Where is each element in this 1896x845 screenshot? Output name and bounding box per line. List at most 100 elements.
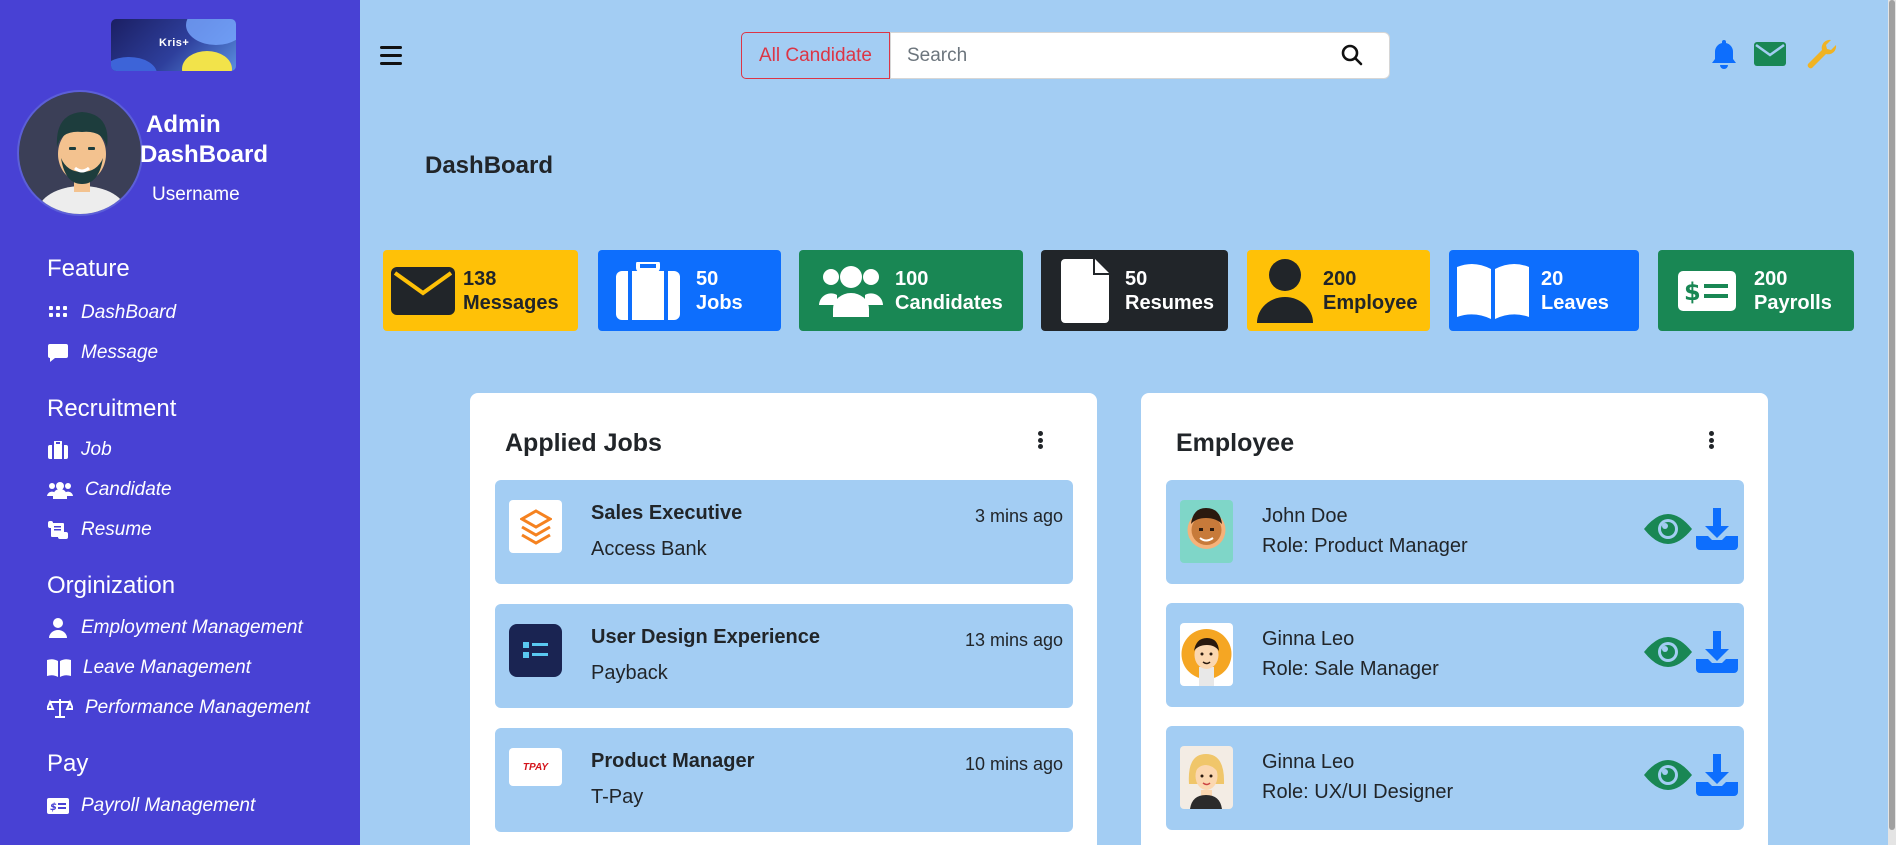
stat-label: Payrolls xyxy=(1754,291,1832,314)
job-time: 3 mins ago xyxy=(974,506,1063,526)
logo-text: Kris+ xyxy=(159,37,190,49)
admin-username: Username xyxy=(152,184,240,205)
bell-icon[interactable] xyxy=(1711,38,1737,75)
applied-jobs-panel: Applied Jobs Sales Executive Access Bank… xyxy=(470,393,1097,845)
nav-item-label: DashBoard xyxy=(81,302,177,323)
nav-item-performance-management[interactable]: Performance Management xyxy=(47,697,310,719)
more-options-icon[interactable] xyxy=(1034,429,1046,451)
job-company: T-Pay xyxy=(591,786,644,808)
scrollbar-thumb[interactable] xyxy=(1889,0,1895,830)
download-icon[interactable] xyxy=(1696,508,1738,550)
scroll-icon xyxy=(47,520,69,540)
stat-count: 50 xyxy=(696,267,719,290)
employee-name: Ginna Leo xyxy=(1262,628,1355,650)
job-row[interactable]: TPAY Product Manager T-Pay 10 mins ago xyxy=(495,728,1073,832)
employee-avatar xyxy=(1180,500,1233,563)
nav-item-payroll-management[interactable]: $ Payroll Management xyxy=(47,795,255,817)
employee-role: Role: Sale Manager xyxy=(1262,658,1439,680)
nav-item-label: Resume xyxy=(81,519,152,540)
stat-card-employee[interactable]: 200 Employee xyxy=(1247,250,1430,331)
sidebar: Kris+ Admin DashBoard Username Feature D… xyxy=(0,0,360,845)
employee-row[interactable]: John Doe Role: Product Manager xyxy=(1166,480,1744,584)
tpay-logo: TPAY xyxy=(509,748,562,786)
page-title: DashBoard xyxy=(425,152,554,179)
briefcase-icon xyxy=(47,440,69,460)
nav-item-employment-management[interactable]: Employment Management xyxy=(47,617,303,639)
panel-title: Applied Jobs xyxy=(505,429,662,457)
employee-avatar xyxy=(1180,623,1233,686)
stat-card-candidates[interactable]: 100 Candidates xyxy=(799,250,1023,331)
stat-label: Employee xyxy=(1323,291,1418,314)
stat-card-jobs[interactable]: 50 Jobs xyxy=(598,250,781,331)
job-row[interactable]: Sales Executive Access Bank 3 mins ago xyxy=(495,480,1073,584)
menu-toggle-button[interactable] xyxy=(380,46,402,66)
download-icon[interactable] xyxy=(1696,631,1738,673)
nav-item-message[interactable]: Message xyxy=(47,342,158,364)
search-input[interactable] xyxy=(907,33,1327,78)
nav-item-label: Performance Management xyxy=(85,697,310,718)
nav-item-candidate[interactable]: Candidate xyxy=(47,479,172,501)
stat-card-payrolls[interactable]: $ 200 Payrolls xyxy=(1658,250,1854,331)
view-icon[interactable] xyxy=(1644,758,1692,792)
briefcase-icon xyxy=(616,261,680,320)
nav-section-pay: Pay xyxy=(47,750,89,777)
more-options-icon[interactable] xyxy=(1705,429,1717,451)
page-scrollbar[interactable] xyxy=(1888,0,1896,845)
admin-title-line1: Admin xyxy=(146,111,221,138)
app-logo[interactable]: Kris+ xyxy=(111,19,236,71)
svg-text:$: $ xyxy=(50,802,57,813)
users-icon xyxy=(819,265,883,317)
employee-row[interactable]: Ginna Leo Role: UX/UI Designer xyxy=(1166,726,1744,830)
stat-label: Resumes xyxy=(1125,291,1214,314)
nav-item-job[interactable]: Job xyxy=(47,439,112,461)
employee-actions xyxy=(1644,508,1738,550)
user-icon xyxy=(1257,258,1313,323)
job-title: Product Manager xyxy=(591,750,755,772)
stat-card-resumes[interactable]: 50 Resumes xyxy=(1041,250,1228,331)
job-title: User Design Experience xyxy=(591,626,820,648)
stat-count: 50 xyxy=(1125,267,1148,290)
nav-item-label: Job xyxy=(81,439,112,460)
chat-icon xyxy=(47,343,69,363)
employee-panel: Employee John Doe Role: Product Manager … xyxy=(1141,393,1768,845)
download-icon[interactable] xyxy=(1696,754,1738,796)
nav-section-feature: Feature xyxy=(47,255,130,282)
access-bank-logo xyxy=(509,500,562,553)
wrench-icon[interactable] xyxy=(1805,38,1837,75)
stat-card-leaves[interactable]: 20 Leaves xyxy=(1449,250,1639,331)
stat-label: Candidates xyxy=(895,291,1003,314)
nav-item-label: Leave Management xyxy=(83,657,251,678)
panel-title: Employee xyxy=(1176,429,1295,457)
grid-icon xyxy=(47,303,69,323)
stat-count: 20 xyxy=(1541,267,1564,290)
nav-item-leave-management[interactable]: Leave Management xyxy=(47,657,251,679)
job-time: 13 mins ago xyxy=(964,630,1063,650)
users-icon xyxy=(47,480,73,500)
envelope-icon xyxy=(391,266,455,315)
employee-actions xyxy=(1644,631,1738,673)
job-row[interactable]: User Design Experience Payback 13 mins a… xyxy=(495,604,1073,708)
nav-item-resume[interactable]: Resume xyxy=(47,519,152,541)
search-bar xyxy=(890,32,1390,79)
job-company: Payback xyxy=(591,662,668,684)
all-candidate-button[interactable]: All Candidate xyxy=(741,32,890,79)
view-icon[interactable] xyxy=(1644,512,1692,546)
search-icon[interactable] xyxy=(1341,44,1363,71)
svg-text:$: $ xyxy=(1684,278,1701,306)
book-icon xyxy=(1457,263,1529,319)
user-icon xyxy=(47,618,69,638)
employee-row[interactable]: Ginna Leo Role: Sale Manager xyxy=(1166,603,1744,707)
scale-icon xyxy=(47,698,73,718)
stat-count: 200 xyxy=(1323,267,1357,290)
stat-card-messages[interactable]: 138 Messages xyxy=(383,250,578,331)
stat-count: 100 xyxy=(895,267,929,290)
book-icon xyxy=(47,658,71,678)
tpay-logo-text: TPAY xyxy=(522,761,549,773)
file-icon xyxy=(1061,258,1109,323)
view-icon[interactable] xyxy=(1644,635,1692,669)
nav-item-label: Message xyxy=(81,342,159,363)
nav-item-dashboard[interactable]: DashBoard xyxy=(47,302,176,324)
admin-title: Admin DashBoard xyxy=(140,110,268,170)
nav-section-organization: Orginization xyxy=(47,572,176,599)
envelope-icon[interactable] xyxy=(1754,42,1786,71)
